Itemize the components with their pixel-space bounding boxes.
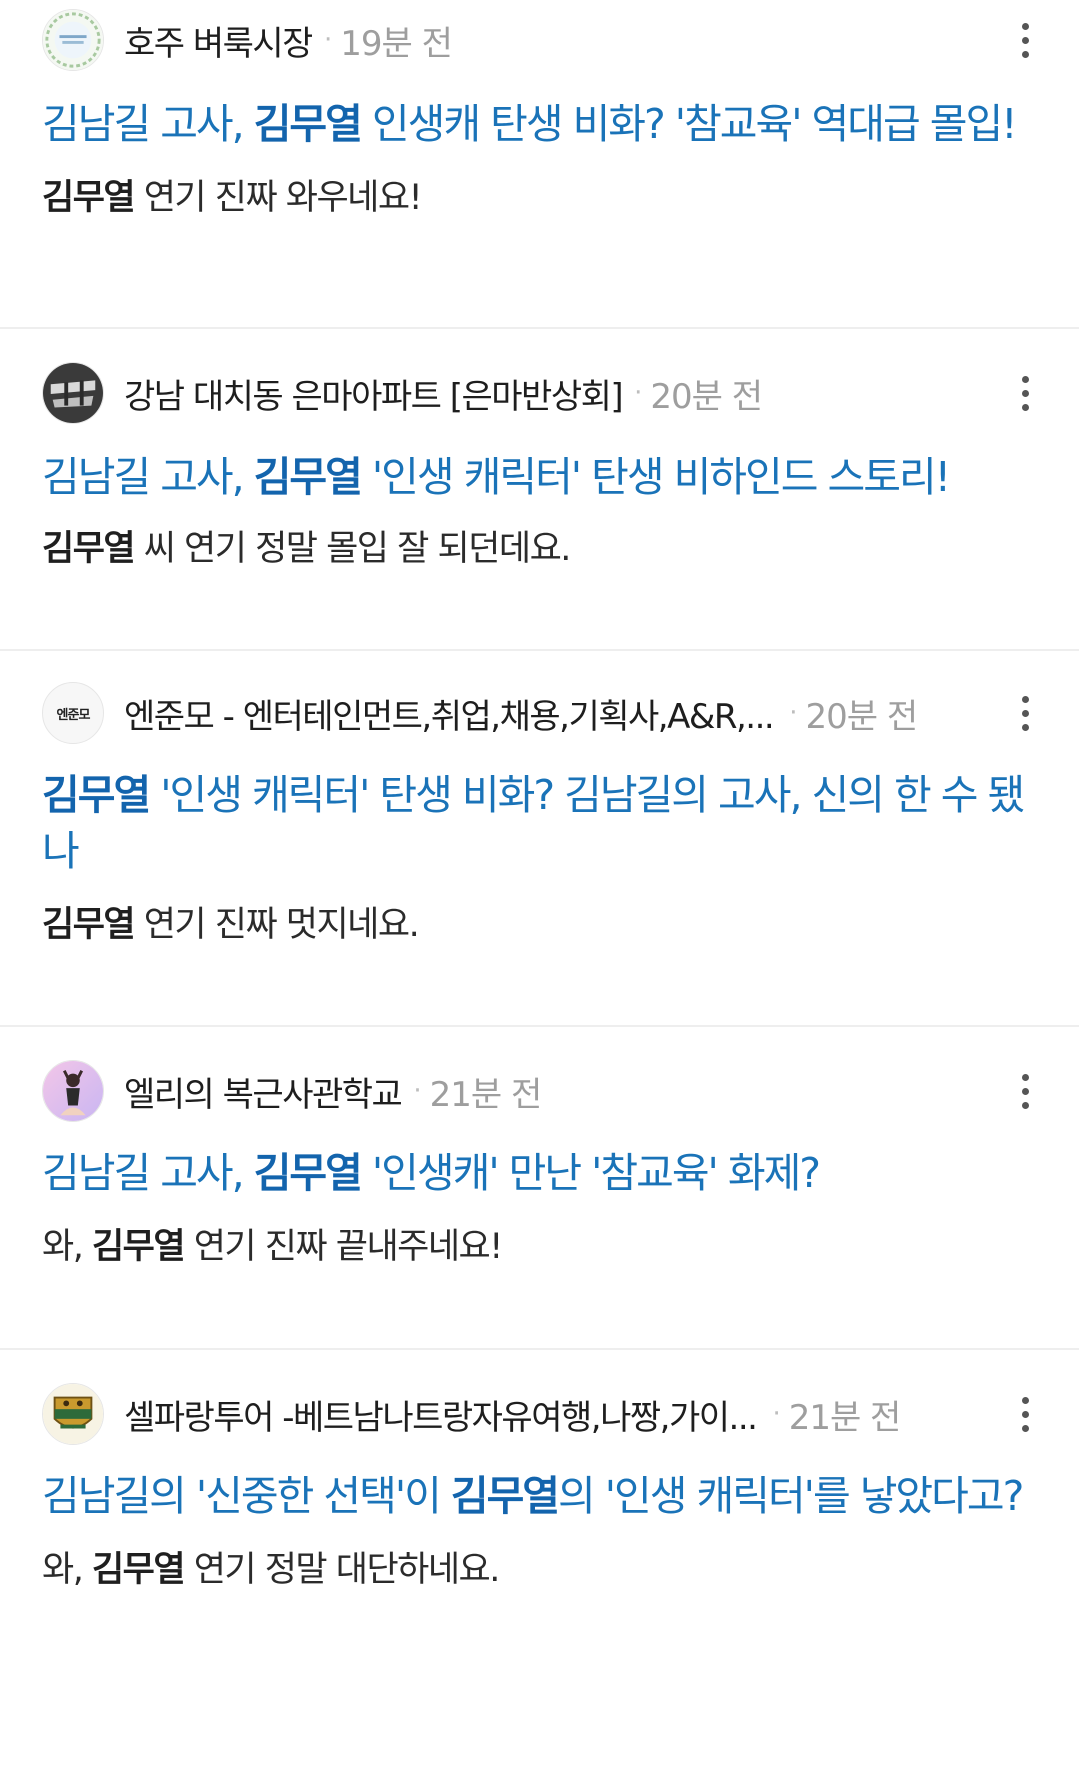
cafe-name[interactable]: 엘리의 복근사관학교 xyxy=(124,1067,401,1116)
title-text: '인생 캐릭터' 탄생 비하인드 스토리! xyxy=(360,453,951,501)
title-text: 인생캐 탄생 비화? '참교육' 역대급 몰입! xyxy=(360,100,1018,148)
cafe-name[interactable]: 셀파랑투어 -베트남나트랑자유여행,나짱,가이... xyxy=(124,1390,756,1439)
title-keyword: 김무열 xyxy=(253,1149,363,1197)
post-time: 19분 전 xyxy=(340,23,453,64)
more-vertical-icon xyxy=(1021,372,1029,414)
snippet-text: 와, xyxy=(42,1227,92,1267)
snippet-text: 와, xyxy=(42,1550,92,1590)
cafe-name[interactable]: 강남 대치동 은마아파트 [은마반상회] xyxy=(124,369,622,418)
card-meta: 엘리의 복근사관학교 · 21분 전 xyxy=(42,1059,1037,1123)
post-snippet: 와, 김무열 연기 진짜 끝내주네요! xyxy=(42,1223,1037,1271)
result-card[interactable]: 셀파랑투어 -베트남나트랑자유여행,나짱,가이... · 21분 전 김남길의 … xyxy=(0,1382,1079,1703)
result-card[interactable]: 엔준모 엔준모 - 엔터테인먼트,취업,채용,기획사,A&R,... · 20분… xyxy=(0,681,1079,1027)
snippet-keyword: 김무열 xyxy=(91,1550,186,1590)
post-title-link[interactable]: 김남길 고사, 김무열 '인생캐' 만난 '참교육' 화제? xyxy=(42,1145,1037,1201)
result-card[interactable]: 호주 벼룩시장 · 19분 전 김남길 고사, 김무열 인생캐 탄생 비화? '… xyxy=(0,8,1079,329)
search-results-feed: 호주 벼룩시장 · 19분 전 김남길 고사, 김무열 인생캐 탄생 비화? '… xyxy=(0,8,1079,1703)
post-snippet: 김무열 연기 진짜 와우네요! xyxy=(42,174,1037,222)
separator-dot: · xyxy=(413,1076,422,1106)
cafe-avatar[interactable] xyxy=(42,1383,104,1445)
separator-dot: · xyxy=(789,698,798,728)
title-text: 김남길 고사, xyxy=(42,100,254,148)
more-options-button[interactable] xyxy=(1005,12,1045,68)
more-vertical-icon xyxy=(1021,692,1029,734)
cafe-logo-icon xyxy=(43,10,103,70)
more-vertical-icon xyxy=(1021,1393,1029,1435)
card-meta: 호주 벼룩시장 · 19분 전 xyxy=(42,8,1037,72)
post-title-link[interactable]: 김남길 고사, 김무열 '인생 캐릭터' 탄생 비하인드 스토리! xyxy=(42,449,1037,505)
snippet-keyword: 김무열 xyxy=(91,1227,186,1267)
snippet-keyword: 김무열 xyxy=(42,529,136,569)
snippet-text: 연기 정말 대단하네요. xyxy=(184,1550,501,1590)
post-title-link[interactable]: 김남길 고사, 김무열 인생캐 탄생 비화? '참교육' 역대급 몰입! xyxy=(42,96,1037,152)
cafe-logo-icon xyxy=(43,1384,103,1444)
snippet-keyword: 김무열 xyxy=(42,178,136,218)
more-options-button[interactable] xyxy=(1005,1063,1045,1119)
post-title-link[interactable]: 김무열 '인생 캐릭터' 탄생 비화? 김남길의 고사, 신의 한 수 됐나 xyxy=(42,767,1037,879)
more-options-button[interactable] xyxy=(1005,1386,1045,1442)
cafe-logo-icon xyxy=(43,1061,103,1121)
card-meta: 셀파랑투어 -베트남나트랑자유여행,나짱,가이... · 21분 전 xyxy=(42,1382,1037,1446)
post-time: 20분 전 xyxy=(805,696,919,737)
more-vertical-icon xyxy=(1021,19,1029,61)
result-card[interactable]: 엘리의 복근사관학교 · 21분 전 김남길 고사, 김무열 '인생캐' 만난 … xyxy=(0,1059,1079,1350)
card-meta: 엔준모 엔준모 - 엔터테인먼트,취업,채용,기획사,A&R,... · 20분… xyxy=(42,681,1037,745)
more-options-button[interactable] xyxy=(1005,365,1045,421)
title-text: 김남길 고사, xyxy=(42,453,254,501)
snippet-keyword: 김무열 xyxy=(42,905,136,945)
title-text: '인생캐' 만난 '참교육' 화제? xyxy=(360,1149,821,1197)
cafe-name[interactable]: 호주 벼룩시장 xyxy=(124,16,312,65)
separator-dot: · xyxy=(772,1399,781,1429)
separator-dot: · xyxy=(324,25,333,55)
more-vertical-icon xyxy=(1021,1070,1029,1112)
title-text: 김남길 고사, xyxy=(42,1149,254,1197)
snippet-text: 연기 진짜 멋지네요. xyxy=(134,905,420,945)
cafe-logo-icon xyxy=(43,363,103,423)
title-keyword: 김무열 xyxy=(450,1472,560,1520)
post-snippet: 김무열 씨 연기 정말 몰입 잘 되던데요. xyxy=(42,525,1037,573)
separator-dot: · xyxy=(634,378,643,408)
post-time: 21분 전 xyxy=(429,1074,543,1115)
title-text: 김남길의 '신중한 선택'이 xyxy=(42,1472,451,1520)
more-options-button[interactable] xyxy=(1005,685,1045,741)
post-time: 21분 전 xyxy=(788,1397,902,1438)
title-keyword: 김무열 xyxy=(253,453,363,501)
snippet-text: 연기 진짜 끝내주네요! xyxy=(184,1227,504,1267)
title-text: '인생 캐릭터' 탄생 비화? 김남길의 고사, 신의 한 수 됐나 xyxy=(42,771,1025,875)
cafe-avatar[interactable] xyxy=(42,1060,104,1122)
title-text: 의 '인생 캐릭터'를 낳았다고? xyxy=(558,1472,1024,1520)
cafe-logo-icon: 엔준모 xyxy=(56,707,91,723)
title-keyword: 김무열 xyxy=(253,100,363,148)
title-keyword: 김무열 xyxy=(42,771,151,819)
snippet-text: 씨 연기 정말 몰입 잘 되던데요. xyxy=(134,529,572,569)
snippet-text: 연기 진짜 와우네요! xyxy=(134,178,423,218)
post-time: 20분 전 xyxy=(650,376,763,417)
cafe-avatar[interactable]: 엔준모 xyxy=(42,682,104,744)
post-title-link[interactable]: 김남길의 '신중한 선택'이 김무열의 '인생 캐릭터'를 낳았다고? xyxy=(42,1468,1037,1524)
cafe-avatar[interactable] xyxy=(42,362,104,424)
cafe-avatar[interactable] xyxy=(42,9,104,71)
card-meta: 강남 대치동 은마아파트 [은마반상회] · 20분 전 xyxy=(42,361,1037,425)
post-snippet: 김무열 연기 진짜 멋지네요. xyxy=(42,901,1037,949)
post-snippet: 와, 김무열 연기 정말 대단하네요. xyxy=(42,1546,1037,1594)
result-card[interactable]: 강남 대치동 은마아파트 [은마반상회] · 20분 전 김남길 고사, 김무열… xyxy=(0,361,1079,651)
cafe-name[interactable]: 엔준모 - 엔터테인먼트,취업,채용,기획사,A&R,... xyxy=(124,689,773,738)
